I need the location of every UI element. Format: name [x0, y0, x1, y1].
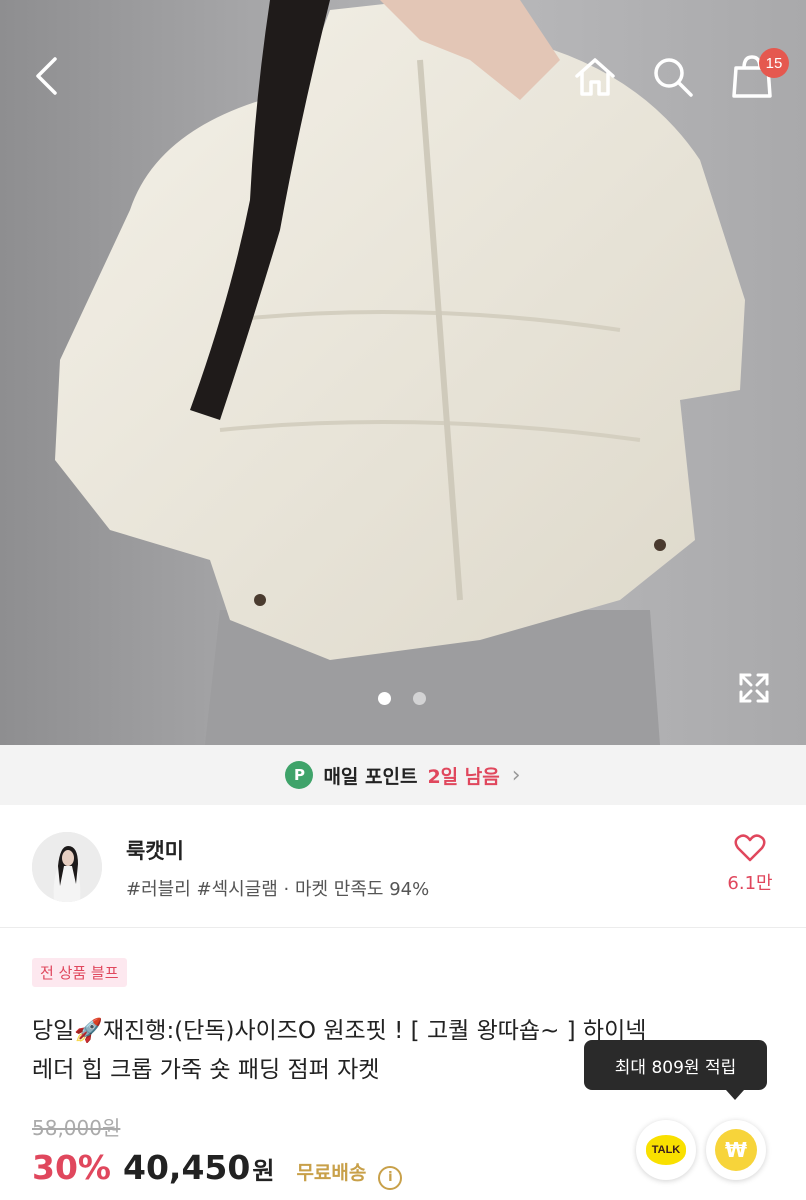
- home-icon: [575, 58, 615, 96]
- daily-point-remaining: 2일 남음: [427, 765, 500, 788]
- shop-info: 룩캣미 #러블리 #섹시글램 · 마켓 만족도 94% 6.1만: [0, 805, 806, 928]
- home-button[interactable]: [570, 52, 620, 102]
- free-shipping-label: 무료배송: [296, 1162, 367, 1184]
- point-icon: P: [285, 761, 314, 789]
- gallery-pagination: [378, 692, 426, 705]
- gallery-dot[interactable]: [378, 692, 391, 705]
- reward-tooltip: 최대 809원 적립: [584, 1040, 767, 1100]
- chevron-left-icon: [36, 57, 57, 95]
- shop-tags: #러블리 #섹시글램 · 마켓 만족도 94%: [126, 879, 430, 900]
- expand-button[interactable]: [734, 668, 774, 708]
- original-price: 58,000원: [32, 1116, 121, 1140]
- gallery-dot[interactable]: [413, 692, 426, 705]
- shop-avatar[interactable]: [32, 832, 102, 902]
- discount-rate: 30%: [32, 1148, 111, 1187]
- info-icon[interactable]: i: [378, 1165, 403, 1190]
- product-photo: [55, 0, 745, 745]
- won-icon: ₩: [715, 1129, 757, 1171]
- sale-price: 40,450: [123, 1148, 251, 1187]
- cart-count-badge: 15: [759, 48, 789, 78]
- expand-icon: [739, 673, 769, 703]
- search-icon: [654, 58, 693, 97]
- kakao-talk-button[interactable]: TALK: [636, 1120, 696, 1180]
- avatar-image: [32, 832, 102, 902]
- daily-point-label: 매일 포인트: [323, 765, 418, 788]
- like-button[interactable]: 6.1만: [722, 833, 778, 895]
- currency-unit: 원: [252, 1157, 275, 1185]
- shop-name[interactable]: 룩캣미: [126, 835, 184, 865]
- product-image-gallery[interactable]: 15: [0, 0, 806, 745]
- promo-badge: 전 상품 블프: [32, 958, 127, 987]
- search-button[interactable]: [648, 52, 698, 102]
- points-button[interactable]: ₩: [706, 1120, 766, 1180]
- back-button[interactable]: [24, 52, 68, 100]
- price-row: 30% 40,450 원 무료배송 i: [32, 1148, 403, 1190]
- like-count: 6.1만: [727, 873, 773, 894]
- heart-icon: [734, 834, 766, 862]
- chevron-right-icon: ›: [511, 762, 521, 788]
- daily-point-banner[interactable]: P 매일 포인트 2일 남음 ›: [0, 745, 806, 805]
- talk-icon: TALK: [646, 1135, 686, 1165]
